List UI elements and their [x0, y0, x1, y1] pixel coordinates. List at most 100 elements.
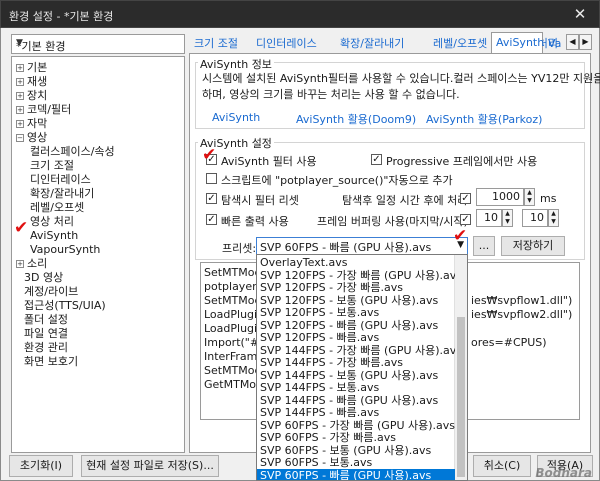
expand-icon[interactable]: +	[16, 64, 24, 72]
tree-item[interactable]: 레벨/오프셋	[30, 201, 84, 215]
tree-item[interactable]: 폴더 설정	[24, 313, 68, 327]
tree-item[interactable]: − 영상	[16, 131, 47, 145]
reset-button[interactable]: 초기화(I)	[9, 455, 73, 477]
preset-dropdown-list: OverlayText.avs SVP 120FPS - 가장 빠름 (GPU 사…	[256, 254, 468, 481]
tab-level-offset[interactable]: 레벨/오프셋	[428, 34, 492, 54]
tree-item[interactable]: AviSynth	[30, 229, 78, 243]
tree-item[interactable]: 디인터레이스	[30, 173, 91, 187]
tree-item[interactable]: + 코덱/필터	[16, 103, 71, 117]
profile-select[interactable]: *기본 환경 ▼	[11, 34, 185, 54]
auto-add-label: 스크립트에 "potplayer_source()"자동으로 추가	[221, 174, 453, 187]
frame-buffer-last-stepper[interactable]: ▲ ▼	[502, 209, 513, 227]
info-text-line2: 하며, 영상의 크기를 바꾸는 처리는 사용 할 수 없습니다.	[202, 88, 460, 101]
tree-item-label: 재생	[27, 75, 48, 88]
link-avisynth-parkoz[interactable]: AviSynth 활용(Parkoz)	[426, 111, 542, 127]
frame-buffer-last-input[interactable]: 10	[476, 209, 502, 227]
tree-item[interactable]: 파일 연결	[24, 327, 68, 341]
tree-item-label: 장치	[27, 89, 48, 102]
fast-output-checkbox[interactable]: ✓	[206, 214, 217, 225]
frame-buffer-start-stepper[interactable]: ▲ ▼	[548, 209, 559, 227]
progressive-only-label: Progressive 프레임에서만 사용	[386, 155, 538, 168]
expand-icon[interactable]: +	[16, 92, 24, 100]
info-text-line1: 시스템에 설치된 AviSynth필터를 사용할 수 있습니다.컬러 스페이스는…	[202, 72, 600, 85]
progressive-only-checkbox[interactable]: ✓	[371, 154, 382, 165]
expand-icon[interactable]: +	[16, 260, 24, 268]
tree-item[interactable]: 3D 영상	[24, 271, 63, 285]
tree-item-label: AviSynth	[30, 229, 79, 242]
tree-item-label: 코덱/필터	[27, 103, 72, 116]
link-avisynth[interactable]: AviSynth	[212, 111, 260, 124]
annotation-checkmark-icon: ✔	[202, 145, 217, 165]
tree-item[interactable]: + 기본	[16, 61, 47, 75]
dropdown-scroll-thumb[interactable]	[457, 317, 465, 477]
close-icon[interactable]: ✕	[569, 4, 591, 24]
tree-item[interactable]: + 자막	[16, 117, 47, 131]
script-line-tail: ores=#CPUS)	[471, 336, 547, 349]
collapse-icon[interactable]: −	[16, 134, 24, 142]
tab-avisynth[interactable]: AviSynth	[491, 32, 544, 54]
expand-icon[interactable]: +	[16, 106, 24, 114]
tree-item[interactable]: 화면 보호기	[24, 355, 78, 369]
tree-item[interactable]: 영상 처리	[30, 215, 74, 229]
cancel-button[interactable]: 취소(C)	[473, 455, 531, 477]
frame-buffer-label: 프레임 버퍼링 사용(마지막/시작)	[317, 215, 468, 228]
seek-delay-checkbox[interactable]: ✓	[460, 193, 471, 204]
link-avisynth-doom9[interactable]: AviSynth 활용(Doom9)	[296, 111, 416, 127]
frame-buffer-start-input[interactable]: 10	[522, 209, 548, 227]
expand-icon[interactable]: +	[16, 120, 24, 128]
annotation-checkmark-icon: ✔	[14, 218, 29, 238]
tree-item[interactable]: + 장치	[16, 89, 47, 103]
tab-vapoursynth[interactable]: Va	[543, 34, 567, 54]
seek-reset-checkbox[interactable]: ✓	[206, 193, 217, 204]
preset-more-button[interactable]: ...	[473, 236, 495, 256]
tree-item[interactable]: + 재생	[16, 75, 47, 89]
tree-item-label: VapourSynth	[30, 243, 101, 256]
tree-item-label: 폴더 설정	[24, 313, 68, 326]
watermark-text: Bodnara	[535, 466, 592, 480]
tree-item-label: 접근성(TTS/UIA)	[24, 299, 106, 312]
title-bar: 환경 설정 - *기본 환경 ✕	[0, 0, 600, 28]
expand-icon[interactable]: +	[16, 78, 24, 86]
seek-delay-label: 탐색후 일정 시간 후에 처리	[342, 194, 468, 207]
tree-item[interactable]: VapourSynth	[30, 243, 100, 257]
window-title: 환경 설정 - *기본 환경	[9, 10, 114, 23]
tree-item-label: 기본	[27, 61, 48, 74]
script-line-tail: ies₩svpflow1.dll")	[471, 294, 573, 307]
save-current-button[interactable]: 현재 설정 파일로 저장(S)...	[81, 455, 219, 477]
preset-select[interactable]: SVP 60FPS - 빠름 (GPU 사용).avs ▼	[256, 237, 468, 255]
seek-delay-input[interactable]: 1000	[476, 188, 524, 206]
tree-item[interactable]: + 소리	[16, 257, 47, 271]
tree-item[interactable]: 크기 조절	[30, 159, 74, 173]
tree-item[interactable]: 환경 관리	[24, 341, 68, 355]
tree-item[interactable]: 컬러스페이스/속성	[30, 145, 115, 159]
tree-item-label: 파일 연결	[24, 327, 68, 340]
preset-selected-value: SVP 60FPS - 빠름 (GPU 사용).avs	[260, 241, 432, 254]
script-line-tail: ies₩svpflow2.dll")	[471, 308, 573, 321]
tab-resize[interactable]: 크기 조절	[189, 34, 243, 54]
settings-tree: + 기본 + 재생 + 장치 + 코덱/필터 + 자막 − 영상 컬러스페이스/속성 크기 조절 디인터레이…	[11, 56, 185, 453]
tree-item-label: 계정/라이브	[24, 285, 79, 298]
preset-label: 프리셋:	[222, 242, 257, 255]
tree-item[interactable]: 접근성(TTS/UIA)	[24, 299, 106, 313]
seek-reset-label: 탐색시 필터 리셋	[221, 194, 299, 207]
tree-item[interactable]: 확장/잘라내기	[30, 187, 94, 201]
fast-output-label: 빠른 출력 사용	[221, 215, 289, 228]
tree-item-label: 확장/잘라내기	[30, 187, 95, 200]
auto-add-checkbox[interactable]	[206, 173, 217, 184]
preset-option[interactable]: SVP 60FPS - 빠름 (GPU 사용).avs	[257, 468, 455, 480]
tree-item[interactable]: 계정/라이브	[24, 285, 78, 299]
seek-delay-stepper[interactable]: ▲ ▼	[524, 188, 535, 206]
dropdown-scrollbar[interactable]	[454, 255, 467, 480]
tab-deinterlace[interactable]: 디인터레이스	[251, 34, 322, 54]
tree-item-label: 디인터레이스	[30, 173, 91, 186]
tab-expand-crop[interactable]: 확장/잘라내기	[335, 34, 409, 54]
tree-item-label: 크기 조절	[30, 159, 74, 172]
preset-save-button[interactable]: 저장하기	[501, 236, 565, 256]
frame-buffer-checkbox[interactable]: ✓	[460, 214, 471, 225]
chevron-down-icon: ▼	[16, 38, 23, 48]
tab-scroll-right-icon[interactable]: ▶	[579, 34, 592, 50]
tab-scroll-left-icon[interactable]: ◀	[566, 34, 579, 50]
tree-item-label: 레벨/오프셋	[30, 201, 85, 214]
tree-item-label: 영상 처리	[30, 215, 74, 228]
use-filter-label: AviSynth 필터 사용	[221, 155, 317, 168]
